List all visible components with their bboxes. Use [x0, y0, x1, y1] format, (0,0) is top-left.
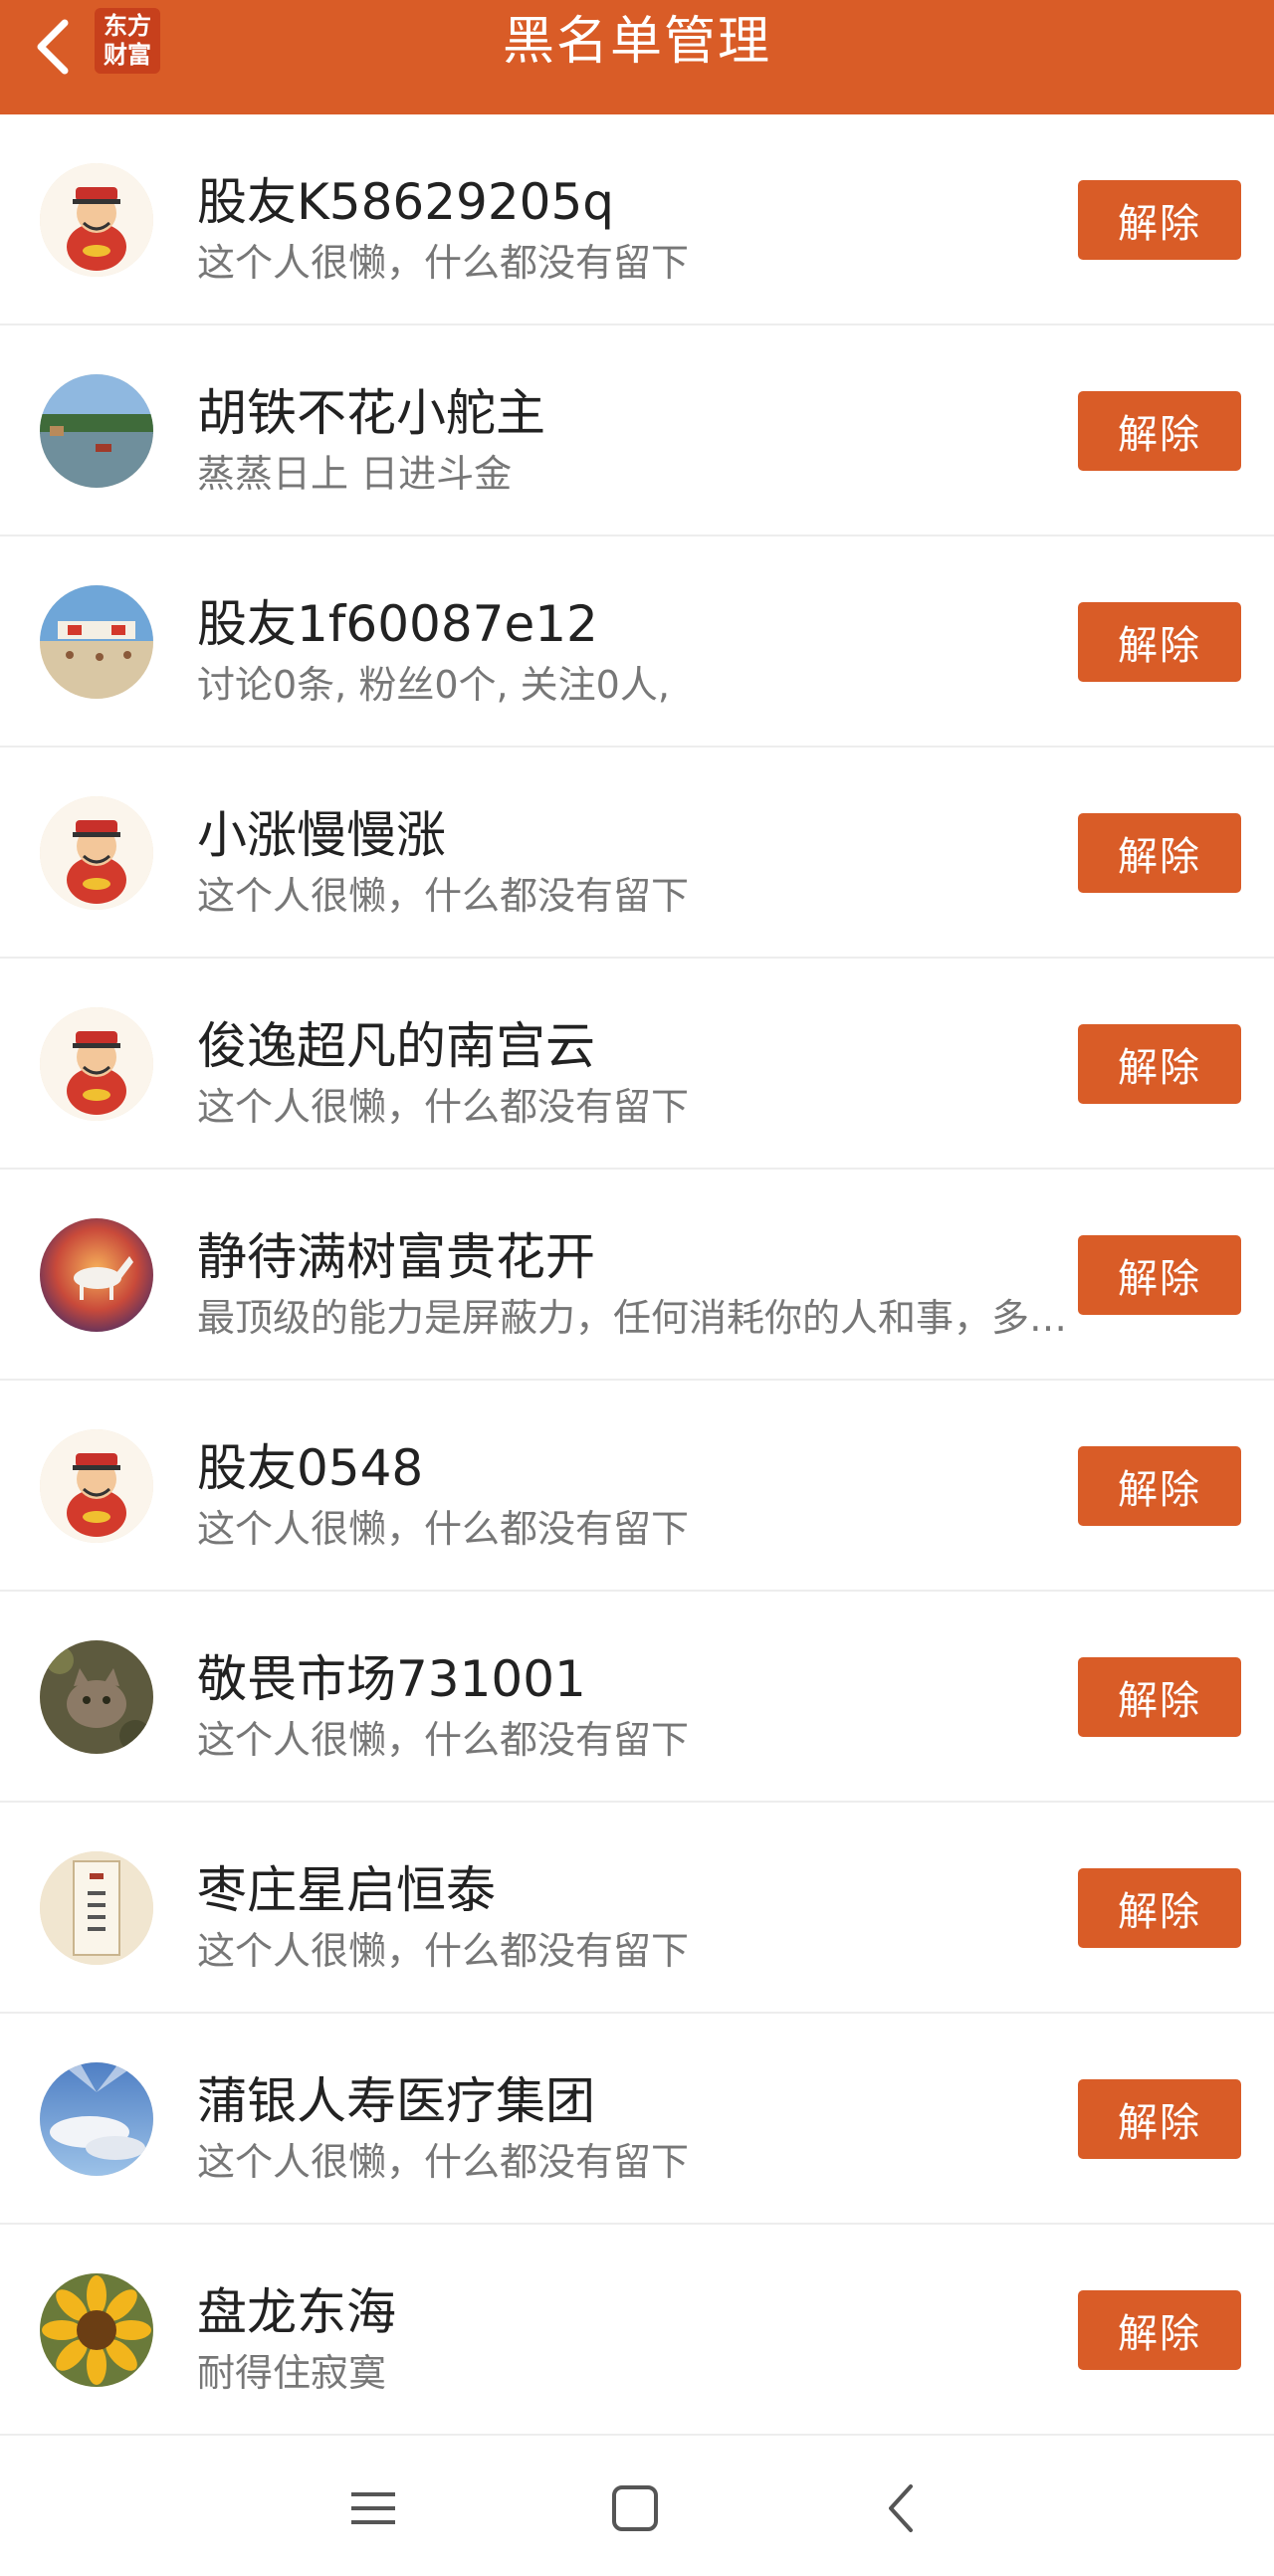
- user-bio: 这个人很懒，什么都没有留下: [197, 1929, 690, 1973]
- avatar[interactable]: [40, 1429, 153, 1543]
- user-name: 敬畏市场731001: [197, 1650, 586, 1708]
- user-name: 股友1f60087e12: [197, 595, 598, 653]
- back-arrow-icon: [889, 2484, 913, 2532]
- user-bio: 这个人很懒，什么都没有留下: [197, 1718, 690, 1762]
- user-name: 蒲银人寿医疗集团: [197, 2072, 595, 2130]
- fortune-god-avatar-icon: [40, 1007, 153, 1121]
- menu-icon: [351, 2492, 395, 2524]
- avatar[interactable]: [40, 796, 153, 910]
- list-item: 俊逸超凡的南宫云 这个人很懒，什么都没有留下 解除: [0, 959, 1274, 1170]
- user-bio: 这个人很懒，什么都没有留下: [197, 2140, 690, 2184]
- unblock-button[interactable]: 解除: [1078, 1446, 1241, 1526]
- nav-back-button[interactable]: [871, 2478, 931, 2538]
- user-bio: 蒸蒸日上 日进斗金: [197, 452, 513, 496]
- unblock-button[interactable]: 解除: [1078, 1657, 1241, 1737]
- user-bio: 这个人很懒，什么都没有留下: [197, 1085, 690, 1129]
- cat-avatar-icon: [40, 1640, 153, 1754]
- user-bio: 最顶级的能力是屏蔽力，任何消耗你的人和事，多看一眼都是你的不对: [197, 1296, 1073, 1340]
- user-name: 胡铁不花小舵主: [197, 384, 545, 442]
- avatar[interactable]: [40, 163, 153, 277]
- user-bio: 讨论0条, 粉丝0个, 关注0人,: [197, 663, 670, 707]
- user-name: 小涨慢慢涨: [197, 806, 446, 864]
- system-nav-bar: [0, 2441, 1274, 2576]
- avatar[interactable]: [40, 585, 153, 699]
- fortune-god-avatar-icon: [40, 796, 153, 910]
- user-name: 枣庄星启恒泰: [197, 1861, 496, 1919]
- user-bio: 耐得住寂寞: [197, 2351, 387, 2395]
- app-header: 东方 财富 黑名单管理: [0, 0, 1274, 114]
- nav-menu-button[interactable]: [343, 2478, 403, 2538]
- user-name: 静待满树富贵花开: [197, 1228, 595, 1286]
- user-name: 俊逸超凡的南宫云: [197, 1017, 595, 1075]
- user-name: 股友K58629205q: [197, 173, 615, 231]
- avatar[interactable]: [40, 2062, 153, 2176]
- avatar[interactable]: [40, 1640, 153, 1754]
- fortune-god-avatar-icon: [40, 163, 153, 277]
- avatar[interactable]: [40, 2273, 153, 2387]
- avatar[interactable]: [40, 1851, 153, 1965]
- fortune-god-avatar-icon: [40, 1429, 153, 1543]
- unblock-button[interactable]: 解除: [1078, 602, 1241, 682]
- blacklist: 股友K58629205q 这个人很懒，什么都没有留下 解除 胡铁不花小舵主 蒸蒸…: [0, 114, 1274, 2436]
- avatar[interactable]: [40, 1218, 153, 1332]
- list-item: 静待满树富贵花开 最顶级的能力是屏蔽力，任何消耗你的人和事，多看一眼都是你的不对…: [0, 1170, 1274, 1381]
- square-home-icon: [612, 2485, 658, 2531]
- unblock-button[interactable]: 解除: [1078, 391, 1241, 471]
- list-item: 敬畏市场731001 这个人很懒，什么都没有留下 解除: [0, 1592, 1274, 1803]
- list-item: 盘龙东海 耐得住寂寞 解除: [0, 2225, 1274, 2436]
- sky-rays-avatar-icon: [40, 2062, 153, 2176]
- list-item: 胡铁不花小舵主 蒸蒸日上 日进斗金 解除: [0, 325, 1274, 537]
- nav-home-button[interactable]: [605, 2478, 665, 2538]
- unblock-button[interactable]: 解除: [1078, 1868, 1241, 1948]
- list-item: 枣庄星启恒泰 这个人很懒，什么都没有留下 解除: [0, 1803, 1274, 2014]
- list-item: 股友1f60087e12 讨论0条, 粉丝0个, 关注0人, 解除: [0, 537, 1274, 748]
- list-item: 蒲银人寿医疗集团 这个人很懒，什么都没有留下 解除: [0, 2014, 1274, 2225]
- unblock-button[interactable]: 解除: [1078, 1024, 1241, 1104]
- user-name: 股友0548: [197, 1439, 424, 1497]
- unblock-button[interactable]: 解除: [1078, 180, 1241, 260]
- river-scene-avatar-icon: [40, 374, 153, 488]
- unblock-button[interactable]: 解除: [1078, 813, 1241, 893]
- user-bio: 这个人很懒，什么都没有留下: [197, 241, 690, 285]
- beach-sign-avatar-icon: [40, 585, 153, 699]
- page-title: 黑名单管理: [502, 12, 771, 72]
- unblock-button[interactable]: 解除: [1078, 2290, 1241, 2370]
- user-name: 盘龙东海: [197, 2283, 396, 2341]
- calligraphy-scroll-avatar-icon: [40, 1851, 153, 1965]
- unblock-button[interactable]: 解除: [1078, 1235, 1241, 1315]
- user-bio: 这个人很懒，什么都没有留下: [197, 874, 690, 918]
- sunflower-avatar-icon: [40, 2273, 153, 2387]
- avatar[interactable]: [40, 374, 153, 488]
- white-horse-sunset-avatar-icon: [40, 1218, 153, 1332]
- user-bio: 这个人很懒，什么都没有留下: [197, 1507, 690, 1551]
- list-item: 股友K58629205q 这个人很懒，什么都没有留下 解除: [0, 114, 1274, 325]
- list-item: 小涨慢慢涨 这个人很懒，什么都没有留下 解除: [0, 748, 1274, 959]
- list-item: 股友0548 这个人很懒，什么都没有留下 解除: [0, 1381, 1274, 1592]
- unblock-button[interactable]: 解除: [1078, 2079, 1241, 2159]
- avatar[interactable]: [40, 1007, 153, 1121]
